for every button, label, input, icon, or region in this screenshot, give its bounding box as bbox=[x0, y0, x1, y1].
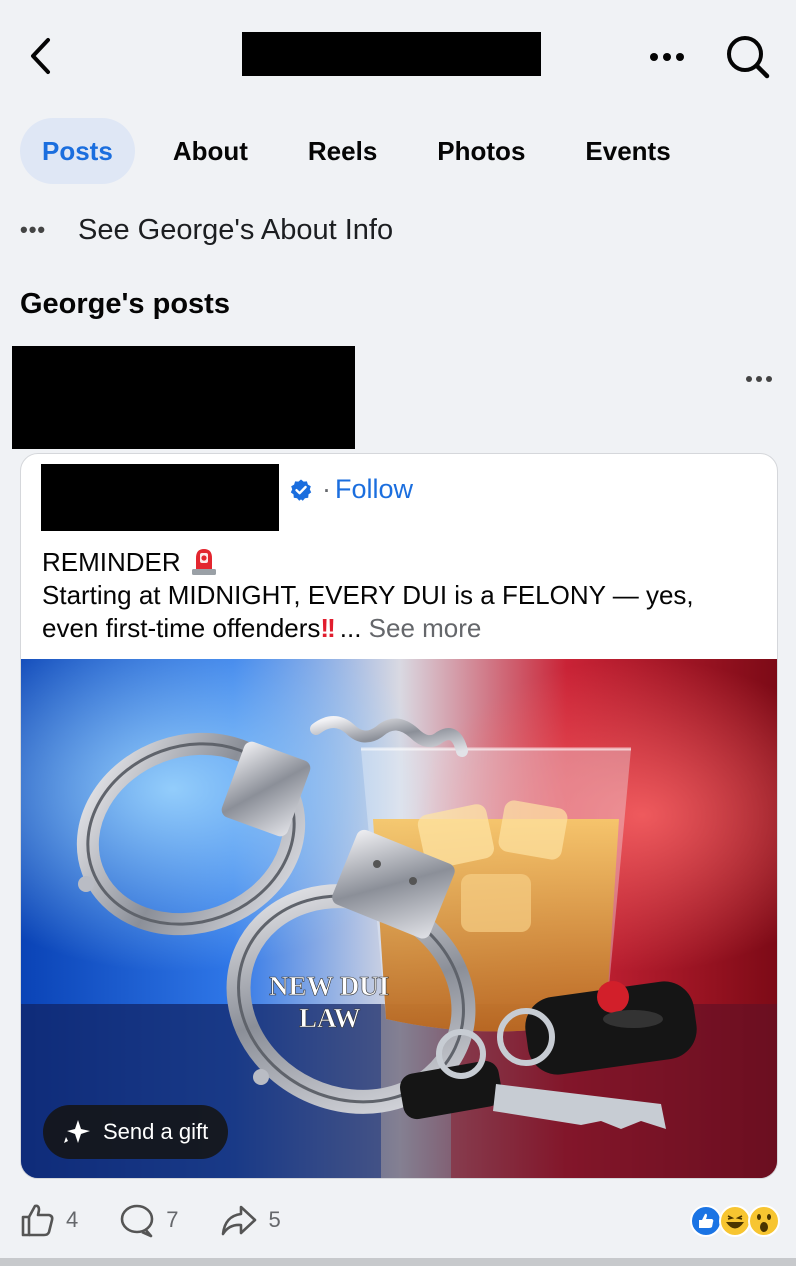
tab-photos[interactable]: Photos bbox=[415, 118, 547, 184]
comment-icon bbox=[120, 1204, 154, 1238]
tab-about[interactable]: About bbox=[151, 118, 270, 184]
comment-button[interactable]: 7 bbox=[118, 1201, 179, 1239]
about-info-label: See George's About Info bbox=[78, 213, 394, 246]
redacted-shared-page-name bbox=[41, 464, 279, 531]
dui-law-image-art: NEW DUI LAW bbox=[21, 659, 777, 1178]
post-text-line: Starting at MIDNIGHT, EVERY DUI is a FEL… bbox=[42, 580, 694, 610]
gift-sparkle-icon bbox=[64, 1120, 90, 1143]
verified-badge-icon bbox=[290, 479, 312, 501]
share-count: 5 bbox=[268, 1207, 281, 1232]
image-caption-line2: LAW bbox=[299, 1003, 361, 1033]
double-exclamation-emoji-icon: !! bbox=[320, 613, 335, 643]
back-button[interactable] bbox=[22, 34, 62, 78]
wow-reaction-icon bbox=[748, 1205, 780, 1237]
like-count: 4 bbox=[66, 1207, 79, 1232]
reaction-summary[interactable] bbox=[690, 1205, 782, 1237]
truncation-ellipsis: ... bbox=[339, 613, 362, 643]
tab-posts[interactable]: Posts bbox=[20, 118, 135, 184]
comment-count: 7 bbox=[166, 1207, 179, 1232]
more-horizontal-icon bbox=[650, 53, 684, 61]
like-button[interactable]: 4 bbox=[18, 1201, 78, 1239]
profile-tabs: Posts About Reels Photos Events bbox=[20, 118, 709, 184]
search-button[interactable] bbox=[722, 32, 774, 82]
more-horizontal-icon bbox=[746, 376, 772, 382]
chevron-left-icon bbox=[31, 38, 50, 74]
post-text-line: REMINDER bbox=[42, 546, 762, 579]
post-menu-button[interactable] bbox=[736, 364, 782, 394]
search-icon bbox=[727, 36, 770, 79]
section-title: George's posts bbox=[20, 288, 230, 320]
siren-emoji-icon bbox=[191, 549, 216, 575]
shared-post-card[interactable]: · Follow REMINDER Starting at MIDNIGHT, E… bbox=[20, 453, 778, 1179]
follow-button[interactable]: · Follow bbox=[322, 474, 413, 505]
gift-label: Send a gift bbox=[103, 1119, 209, 1144]
post-actions: 4 7 5 bbox=[18, 1198, 321, 1242]
share-arrow-icon bbox=[221, 1205, 256, 1236]
redacted-page-name bbox=[242, 32, 541, 76]
tab-reels[interactable]: Reels bbox=[286, 118, 399, 184]
haha-reaction-icon bbox=[719, 1205, 751, 1237]
see-more-link[interactable]: See more bbox=[369, 613, 482, 643]
tab-events[interactable]: Events bbox=[563, 118, 692, 184]
image-caption-line1: NEW DUI bbox=[269, 971, 389, 1001]
share-button[interactable]: 5 bbox=[219, 1201, 281, 1239]
top-bar bbox=[0, 0, 796, 110]
divider bbox=[0, 1258, 796, 1266]
redacted-post-author bbox=[12, 346, 355, 449]
post-image[interactable]: NEW DUI LAW Send a gift bbox=[21, 659, 777, 1178]
post-body-text: REMINDER Starting at MIDNIGHT, EVERY DUI… bbox=[42, 546, 762, 645]
follow-separator: · bbox=[322, 474, 331, 504]
post-text-line: even first-time offenders!!... See more bbox=[42, 613, 482, 643]
thumbs-up-icon bbox=[21, 1204, 54, 1237]
more-dots-icon: ••• bbox=[20, 217, 47, 242]
follow-label: Follow bbox=[335, 474, 414, 504]
more-options-button[interactable] bbox=[646, 36, 690, 76]
send-gift-button[interactable]: Send a gift bbox=[43, 1105, 229, 1159]
like-reaction-icon bbox=[690, 1205, 722, 1237]
see-about-info-link[interactable]: ••• See George's About Info bbox=[20, 206, 393, 254]
